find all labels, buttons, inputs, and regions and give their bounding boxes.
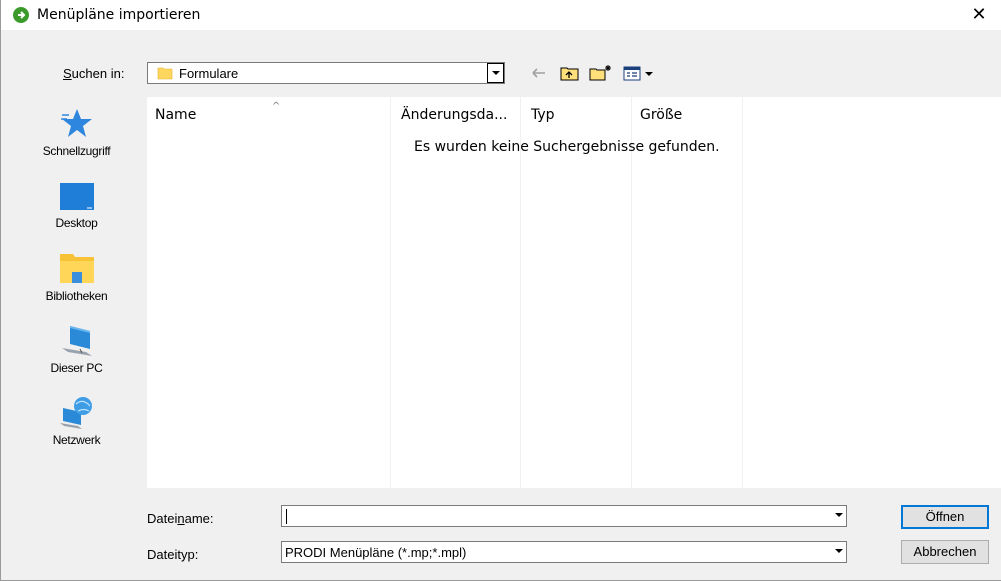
- folder-up-icon[interactable]: [559, 63, 581, 83]
- empty-results-message: Es wurden keine Suchergebnisse gefunden.: [414, 139, 720, 155]
- column-divider: [390, 97, 391, 488]
- network-icon: [56, 394, 98, 430]
- place-dieser-pc[interactable]: Dieser PC: [7, 322, 146, 375]
- lookin-combobox[interactable]: Formulare: [147, 62, 505, 84]
- place-label: Netzwerk: [52, 433, 101, 447]
- place-desktop[interactable]: Desktop: [7, 181, 146, 230]
- column-header-modified[interactable]: Änderungsda...: [401, 107, 507, 123]
- star-icon: [59, 105, 95, 141]
- cancel-button[interactable]: Abbrechen: [901, 540, 989, 564]
- back-arrow-icon[interactable]: [530, 63, 548, 83]
- computer-icon: [56, 322, 98, 358]
- file-list[interactable]: Name ^ Änderungsda... Typ Größe Es wurden…: [147, 97, 1001, 488]
- sort-ascending-icon: ^: [272, 101, 281, 112]
- folder-icon: [157, 65, 173, 81]
- filename-dropdown-arrow[interactable]: [830, 506, 846, 526]
- places-bar: Schnellzugriff Desktop Bibliotheken Dies…: [7, 97, 146, 488]
- lookin-dropdown-arrow[interactable]: [487, 63, 504, 83]
- close-button[interactable]: ✕: [956, 0, 1001, 30]
- column-divider: [742, 97, 743, 488]
- filename-combobox[interactable]: [281, 505, 847, 527]
- filename-input[interactable]: [286, 509, 289, 524]
- libraries-icon: [57, 250, 97, 286]
- column-header-name[interactable]: Name ^: [155, 101, 280, 123]
- title-bar: Menüpläne importieren ✕: [1, 0, 1001, 30]
- filetype-value: PRODI Menüpläne (*.mp;*.mpl): [285, 545, 467, 560]
- place-label: Desktop: [55, 216, 98, 230]
- lookin-label: Suchen in:: [63, 66, 125, 81]
- view-menu-icon[interactable]: [623, 63, 659, 83]
- open-button[interactable]: Öffnen: [901, 505, 989, 529]
- filetype-dropdown-arrow[interactable]: [830, 542, 846, 562]
- place-label: Bibliotheken: [45, 289, 108, 303]
- app-icon: [13, 7, 29, 23]
- column-header-size[interactable]: Größe: [640, 107, 682, 123]
- window-title: Menüpläne importieren: [37, 7, 201, 23]
- column-divider: [631, 97, 632, 488]
- column-divider: [520, 97, 521, 488]
- place-netzwerk[interactable]: Netzwerk: [7, 394, 146, 447]
- filename-label: Dateiname:: [147, 511, 214, 526]
- place-schnellzugriff[interactable]: Schnellzugriff: [7, 105, 146, 158]
- filetype-select[interactable]: PRODI Menüpläne (*.mp;*.mpl): [281, 541, 847, 563]
- filetype-label: Dateityp:: [147, 547, 199, 562]
- desktop-icon: [57, 181, 97, 213]
- column-header-type[interactable]: Typ: [531, 107, 555, 123]
- place-label: Schnellzugriff: [42, 144, 111, 158]
- lookin-value: Formulare: [179, 66, 239, 81]
- place-bibliotheken[interactable]: Bibliotheken: [7, 250, 146, 303]
- new-folder-icon[interactable]: [588, 63, 614, 83]
- file-open-dialog: Menüpläne importieren ✕ Suchen in: Formu…: [0, 0, 1001, 581]
- place-label: Dieser PC: [50, 361, 103, 375]
